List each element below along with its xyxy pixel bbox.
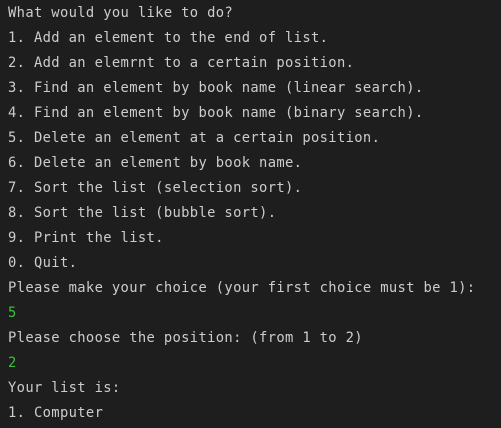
menu-option-2: 2. Add an elemrnt to a certain position. — [8, 55, 355, 71]
list-heading: Your list is: — [8, 380, 121, 396]
menu-option-3: 3. Find an element by book name (linear … — [8, 80, 424, 96]
user-input-position: 2 — [8, 355, 17, 371]
menu-option-9: 9. Print the list. — [8, 230, 164, 246]
terminal-output[interactable]: What would you like to do? 1. Add an ele… — [0, 0, 501, 425]
list-item: 1. Computer — [8, 405, 104, 421]
menu-option-7: 7. Sort the list (selection sort). — [8, 180, 303, 196]
choice-prompt: Please make your choice (your first choi… — [8, 280, 476, 296]
menu-option-8: 8. Sort the list (bubble sort). — [8, 205, 277, 221]
user-input-choice: 5 — [8, 305, 17, 321]
menu-option-0: 0. Quit. — [8, 255, 78, 271]
menu-option-6: 6. Delete an element by book name. — [8, 155, 303, 171]
menu-option-4: 4. Find an element by book name (binary … — [8, 105, 424, 121]
menu-option-5: 5. Delete an element at a certain positi… — [8, 130, 381, 146]
position-prompt: Please choose the position: (from 1 to 2… — [8, 330, 363, 346]
prompt-heading: What would you like to do? — [8, 5, 234, 21]
menu-option-1: 1. Add an element to the end of list. — [8, 30, 329, 46]
